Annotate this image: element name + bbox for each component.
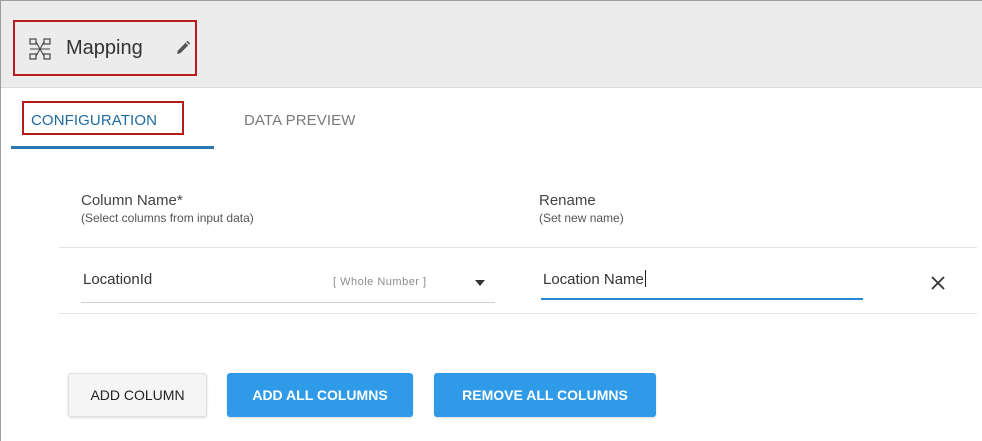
rename-input-value: Location Name	[543, 271, 644, 288]
rename-hint: (Set new name)	[539, 211, 624, 225]
rename-input[interactable]: Location Name	[543, 270, 646, 288]
add-all-columns-button[interactable]: ADD ALL COLUMNS	[227, 373, 413, 417]
tab-bar: CONFIGURATION DATA PREVIEW	[1, 88, 982, 152]
column-name-hint: (Select columns from input data)	[81, 211, 254, 225]
column-select-value[interactable]: LocationId	[83, 271, 152, 288]
panel-header: Mapping	[1, 1, 982, 88]
active-tab-indicator	[11, 146, 214, 149]
rename-input-underline	[541, 298, 863, 300]
pencil-icon[interactable]	[175, 40, 191, 56]
chevron-down-icon[interactable]	[475, 280, 485, 286]
column-type-hint: [ Whole Number ]	[333, 276, 427, 288]
column-select-underline	[81, 302, 495, 303]
rename-label: Rename	[539, 192, 596, 209]
panel-title: Mapping	[66, 37, 143, 59]
column-name-label: Column Name*	[81, 192, 183, 209]
mapping-panel: Mapping CONFIGURATION DATA PREVIEW Colum…	[0, 0, 982, 441]
add-column-button[interactable]: ADD COLUMN	[68, 373, 207, 417]
text-caret	[644, 270, 646, 287]
title-highlight: Mapping	[13, 20, 197, 76]
remove-all-columns-button[interactable]: REMOVE ALL COLUMNS	[434, 373, 656, 417]
mapping-icon	[29, 38, 51, 60]
tab-data-preview[interactable]: DATA PREVIEW	[244, 112, 356, 129]
row-divider	[59, 313, 977, 314]
close-icon[interactable]	[930, 275, 946, 291]
tab-configuration[interactable]: CONFIGURATION	[31, 112, 157, 129]
header-divider	[59, 247, 977, 248]
